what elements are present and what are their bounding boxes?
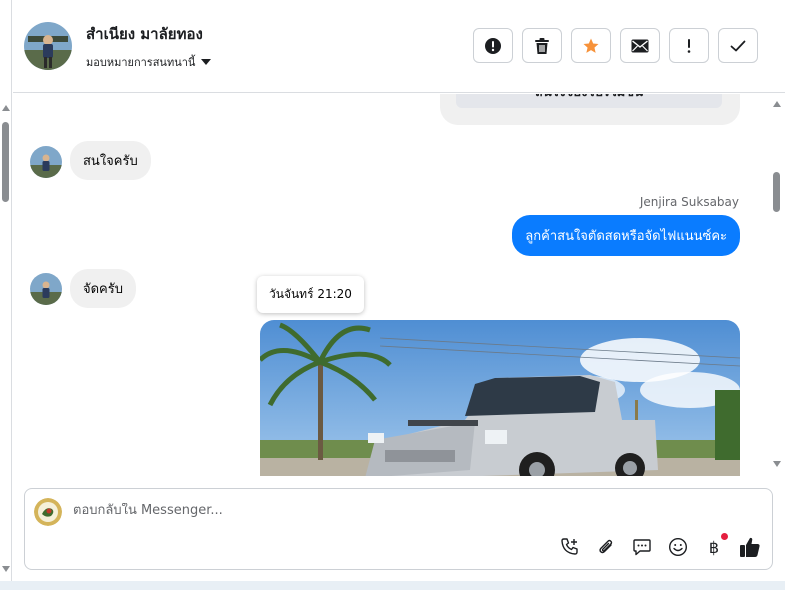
mark-unread-button[interactable] xyxy=(620,28,660,63)
call-button[interactable] xyxy=(559,536,581,558)
paperclip-icon xyxy=(599,539,613,554)
follow-up-button[interactable] xyxy=(669,28,709,63)
reply-input[interactable] xyxy=(73,503,573,518)
card-button[interactable]: สนใจจองโปรโมชั่น xyxy=(456,94,722,108)
assign-conversation-dropdown[interactable]: มอบหมายการสนทนานี้ xyxy=(86,53,212,71)
left-scrollbar[interactable] xyxy=(0,0,12,590)
contact-avatar[interactable] xyxy=(24,22,72,70)
emoji-button[interactable] xyxy=(667,536,689,558)
scroll-thumb[interactable] xyxy=(773,172,780,212)
message-thread: สนใจจองโปรโมชั่น สนใจครับ Jenjira Suksab… xyxy=(13,94,771,476)
sender-name: Jenjira Suksabay xyxy=(639,195,739,209)
trash-icon xyxy=(535,37,549,54)
incoming-message[interactable]: สนใจครับ xyxy=(70,141,151,180)
previous-message-card: สนใจจองโปรโมชั่น xyxy=(440,94,740,125)
star-icon xyxy=(583,38,599,53)
scroll-down-arrow-icon[interactable] xyxy=(2,566,10,572)
saved-replies-button[interactable] xyxy=(631,536,653,558)
contact-avatar-small xyxy=(30,146,62,178)
delete-button[interactable] xyxy=(522,28,562,63)
alert-circle-icon xyxy=(485,37,501,54)
scroll-up-arrow-icon[interactable] xyxy=(2,105,10,111)
payment-button[interactable]: ฿ xyxy=(703,533,728,558)
contact-name[interactable]: สำเนียง มาลัยทอง xyxy=(86,22,203,46)
exclamation-icon xyxy=(687,38,691,53)
bottom-strip xyxy=(0,581,785,590)
header-actions xyxy=(473,28,758,63)
chat-bubble-icon xyxy=(633,539,651,556)
mark-done-button[interactable] xyxy=(718,28,758,63)
page-avatar xyxy=(34,498,62,526)
assign-label: มอบหมายการสนทนานี้ xyxy=(86,56,196,69)
scroll-up-arrow-icon[interactable] xyxy=(773,101,781,107)
composer-tools: ฿ xyxy=(559,533,761,558)
scroll-thumb[interactable] xyxy=(2,122,9,202)
smiley-icon xyxy=(668,537,688,557)
inbox-conversation-panel: สำเนียง มาลัยทอง มอบหมายการสนทนานี้ สนใจ… xyxy=(0,0,785,590)
thumbs-up-icon xyxy=(740,537,760,557)
card-button-label: สนใจจองโปรโมชั่น xyxy=(456,94,722,102)
attach-button[interactable] xyxy=(595,536,617,558)
scroll-down-arrow-icon[interactable] xyxy=(773,461,781,467)
timestamp-tooltip: วันจันทร์ 21:20 xyxy=(257,276,364,313)
caret-down-icon xyxy=(201,59,212,65)
mark-spam-button[interactable] xyxy=(473,28,513,63)
like-button[interactable] xyxy=(739,536,761,558)
star-button[interactable] xyxy=(571,28,611,63)
thread-scrollbar[interactable] xyxy=(771,94,785,476)
contact-avatar-small xyxy=(30,273,62,305)
notification-dot xyxy=(721,533,728,540)
photo-attachment[interactable] xyxy=(260,320,740,476)
conversation-header: สำเนียง มาลัยทอง มอบหมายการสนทนานี้ xyxy=(13,0,785,93)
envelope-icon xyxy=(631,39,649,52)
check-icon xyxy=(730,40,746,51)
reply-composer: ฿ xyxy=(24,488,773,570)
baht-icon: ฿ xyxy=(708,537,720,557)
phone-plus-icon xyxy=(561,538,578,555)
outgoing-message[interactable]: ลูกค้าสนใจตัดสดหรือจัดไฟแนนซ์คะ xyxy=(512,215,740,256)
incoming-message[interactable]: จัดครับ xyxy=(70,269,136,308)
